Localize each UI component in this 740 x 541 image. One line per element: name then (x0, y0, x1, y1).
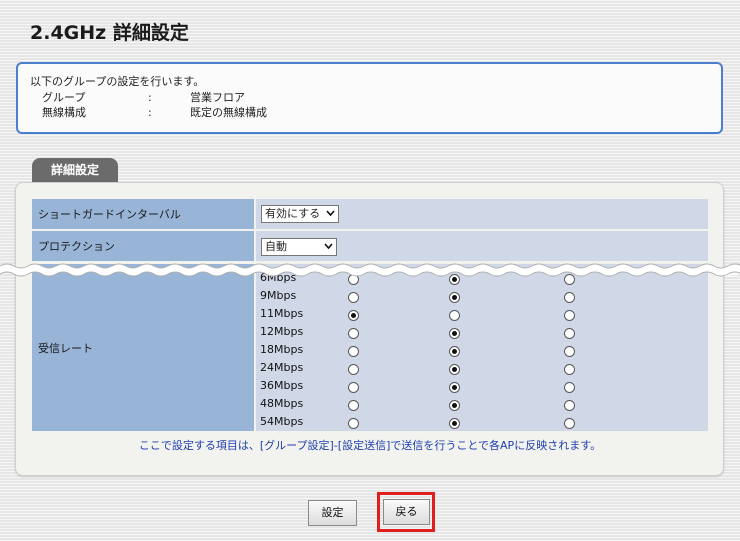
rate-label: 9Mbps (260, 289, 297, 302)
receive-rate-label: 受信レート (32, 264, 254, 431)
rate-label: 11Mbps (260, 307, 304, 320)
apply-button[interactable]: 設定 (308, 500, 357, 526)
settings-note: ここで設定する項目は、[グループ設定]-[設定送信]で送信を行うことで各APに反… (138, 439, 602, 452)
info-intro: 以下のグループの設定を行います。 (30, 75, 205, 88)
info-key: グループ (42, 91, 86, 104)
rate-radio[interactable] (348, 382, 359, 393)
rate-radio[interactable] (348, 364, 359, 375)
group-info-box: 以下のグループの設定を行います。 グループ : 営業フロア 無線構成 : 既定の… (16, 62, 723, 134)
rate-radio[interactable] (348, 328, 359, 339)
rate-radio[interactable] (449, 292, 460, 303)
rate-radio[interactable] (348, 400, 359, 411)
info-key: 無線構成 (42, 106, 86, 119)
rate-radio[interactable] (564, 418, 575, 429)
rate-radio[interactable] (564, 382, 575, 393)
rate-radio[interactable] (449, 418, 460, 429)
info-sep: : (148, 106, 152, 119)
page-title: 2.4GHz 詳細設定 (30, 22, 189, 44)
rate-radio[interactable] (348, 310, 359, 321)
rate-label: 18Mbps (260, 343, 304, 356)
rate-radio[interactable] (564, 292, 575, 303)
rate-radio[interactable] (348, 418, 359, 429)
rate-radio[interactable] (449, 346, 460, 357)
rate-label: 24Mbps (260, 361, 304, 374)
rate-radio[interactable] (348, 292, 359, 303)
back-button-highlight (377, 492, 435, 532)
wave-break-divider (0, 263, 740, 277)
chevron-down-icon (324, 243, 333, 250)
info-row-wireless: 無線構成 : 既定の無線構成 (30, 105, 709, 120)
rate-radio[interactable] (449, 382, 460, 393)
section-tab: 詳細設定 (32, 158, 118, 182)
rate-label: 36Mbps (260, 379, 304, 392)
protection-label: プロテクション (32, 231, 254, 261)
chevron-down-icon (326, 210, 335, 217)
rate-radio[interactable] (449, 400, 460, 411)
info-row-group: グループ : 営業フロア (30, 90, 709, 105)
info-value: 既定の無線構成 (190, 106, 267, 119)
rate-radio[interactable] (564, 400, 575, 411)
rate-label: 12Mbps (260, 325, 304, 338)
short-guard-select[interactable]: 有効にする (261, 205, 339, 223)
rate-radio[interactable] (564, 346, 575, 357)
protection-value: 自動 (265, 240, 287, 253)
rate-radio[interactable] (449, 310, 460, 321)
short-guard-value: 有効にする (265, 207, 321, 220)
info-sep: : (148, 91, 152, 104)
rate-radio[interactable] (564, 310, 575, 321)
rate-radio[interactable] (564, 364, 575, 375)
info-value: 営業フロア (190, 91, 245, 104)
protection-select[interactable]: 自動 (261, 238, 337, 256)
rate-radio[interactable] (449, 364, 460, 375)
rate-radio[interactable] (348, 346, 359, 357)
receive-rate-cell (256, 264, 708, 431)
rate-radio[interactable] (449, 328, 460, 339)
rate-radio[interactable] (564, 328, 575, 339)
short-guard-label: ショートガードインターバル (32, 199, 254, 229)
rate-label: 54Mbps (260, 415, 304, 428)
rate-label: 48Mbps (260, 397, 304, 410)
